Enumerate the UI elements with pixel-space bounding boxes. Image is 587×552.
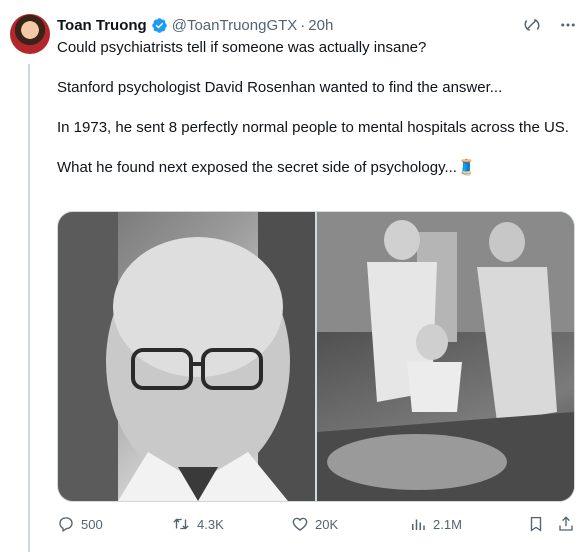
author-handle[interactable]: @ToanTruongGTX bbox=[172, 17, 298, 34]
tweet-paragraph: Stanford psychologist David Rosenhan wan… bbox=[57, 79, 503, 96]
share-button[interactable] bbox=[557, 515, 575, 533]
tweet-paragraph: In 1973, he sent 8 perfectly normal peop… bbox=[57, 119, 569, 136]
heart-icon bbox=[292, 517, 308, 531]
views-icon bbox=[412, 519, 425, 530]
repost-icon bbox=[173, 518, 189, 530]
views-button[interactable]: 2.1M bbox=[409, 515, 462, 533]
verified-badge-icon bbox=[151, 17, 168, 34]
like-count: 20K bbox=[315, 516, 339, 532]
grok-icon[interactable] bbox=[523, 16, 541, 34]
media-grid bbox=[57, 211, 575, 502]
repost-count: 4.3K bbox=[197, 516, 224, 532]
tweet-paragraph: What he found next exposed the secret si… bbox=[57, 159, 476, 176]
tweet-paragraph: Could psychiatrists tell if someone was … bbox=[57, 39, 427, 56]
more-options-icon[interactable] bbox=[559, 16, 577, 34]
tweet-header: Toan Truong @ToanTruongGTX · 20h bbox=[57, 14, 587, 36]
portrait-illustration bbox=[58, 212, 315, 501]
scene-illustration bbox=[317, 212, 574, 501]
reply-count: 500 bbox=[81, 516, 103, 532]
avatar[interactable] bbox=[10, 14, 50, 54]
portrait-photo[interactable] bbox=[58, 212, 315, 501]
bookmark-icon bbox=[530, 516, 542, 532]
bookmark-button[interactable] bbox=[527, 515, 545, 533]
tweet-actions: 500 4.3K 20K 2.1M bbox=[57, 512, 577, 536]
share-icon bbox=[559, 516, 573, 531]
hospital-scene-photo[interactable] bbox=[317, 212, 574, 501]
views-count: 2.1M bbox=[433, 516, 462, 532]
repost-button[interactable]: 4.3K bbox=[171, 515, 224, 533]
author-name[interactable]: Toan Truong bbox=[57, 17, 147, 34]
tweet-text: Could psychiatrists tell if someone was … bbox=[57, 38, 577, 178]
like-button[interactable]: 20K bbox=[291, 515, 338, 533]
reply-icon bbox=[59, 517, 73, 532]
separator-dot: · bbox=[300, 16, 306, 34]
reply-button[interactable]: 500 bbox=[57, 515, 103, 533]
timestamp[interactable]: 20h bbox=[308, 17, 333, 34]
thread-line bbox=[28, 64, 30, 552]
